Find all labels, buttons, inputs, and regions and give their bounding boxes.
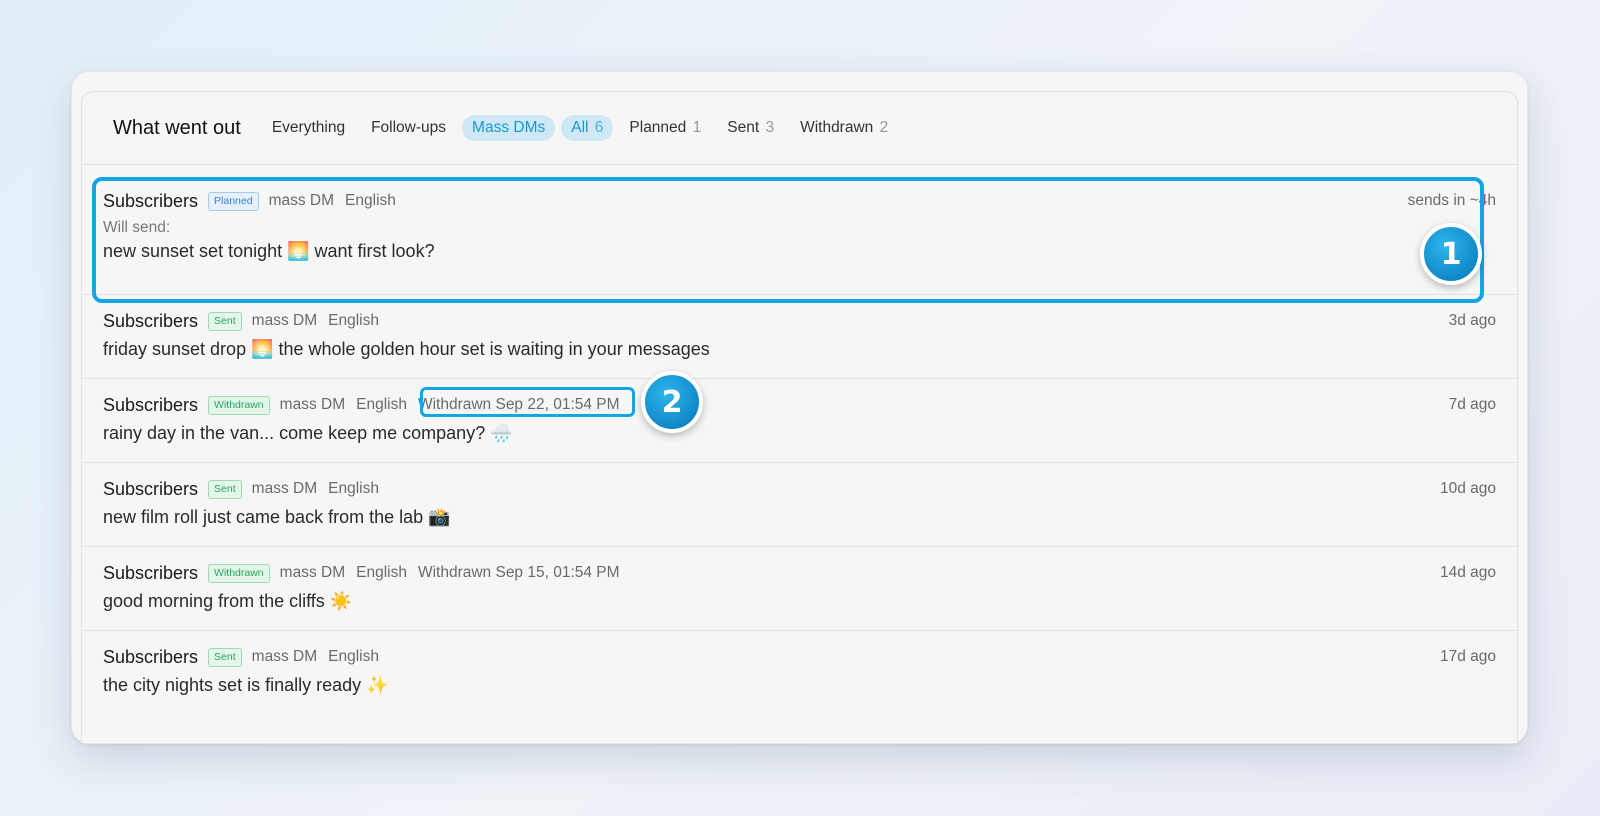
message-preview: rainy day in the van... come keep me com… [103, 422, 513, 443]
filter-all[interactable]: All 6 [561, 115, 614, 141]
audience-name: Subscribers [103, 394, 199, 415]
withdrawn-timestamp: Withdrawn Sep 15, 01:54 PM [417, 564, 620, 581]
message-type: mass DM [251, 480, 318, 497]
list-item[interactable]: Subscribers Withdrawn mass DM English Wi… [82, 547, 1517, 631]
list-item[interactable]: Subscribers Sent mass DM English 10d ago… [82, 463, 1517, 547]
marker-2-badge: 2 [641, 371, 703, 433]
status-badge: Withdrawn [208, 563, 270, 583]
status-badge: Sent [208, 311, 242, 331]
filter-count: 3 [765, 119, 775, 136]
message-language: English [356, 564, 407, 581]
status-badge: Sent [208, 479, 242, 499]
message-language: English [328, 648, 379, 665]
filter-count: 1 [692, 119, 702, 136]
tab-follow-ups[interactable]: Follow-ups [361, 115, 456, 141]
message-language: English [328, 312, 379, 329]
filter-count: 2 [879, 119, 889, 136]
message-language: English [356, 396, 407, 413]
audience-name: Subscribers [103, 562, 199, 583]
app-window: What went out Everything Follow-ups Mass… [71, 71, 1528, 744]
tab-mass-dms[interactable]: Mass DMs [462, 115, 556, 141]
message-type: mass DM [279, 564, 346, 581]
timestamp: 14d ago [1439, 564, 1496, 581]
list-item[interactable]: Subscribers Withdrawn mass DM English Wi… [82, 379, 1517, 463]
list-item[interactable]: Subscribers Sent mass DM English 17d ago… [82, 631, 1517, 715]
message-type: mass DM [279, 396, 346, 413]
page-title: What went out [113, 116, 241, 139]
panel-header: What went out Everything Follow-ups Mass… [82, 92, 1517, 165]
tab-everything[interactable]: Everything [262, 115, 355, 141]
timestamp: 17d ago [1439, 648, 1496, 665]
audience-name: Subscribers [103, 478, 199, 499]
message-type: mass DM [251, 312, 318, 329]
timestamp: 10d ago [1439, 480, 1496, 497]
status-badge: Withdrawn [208, 395, 270, 415]
message-preview: friday sunset drop 🌅 the whole golden ho… [103, 338, 710, 359]
filter-planned[interactable]: Planned 1 [619, 115, 711, 141]
message-type: mass DM [251, 648, 318, 665]
message-preview: the city nights set is finally ready ✨ [103, 674, 389, 695]
timestamp: 7d ago [1448, 396, 1496, 413]
message-preview: new film roll just came back from the la… [103, 506, 451, 527]
timestamp: 3d ago [1448, 312, 1496, 329]
audience-name: Subscribers [103, 310, 199, 331]
filter-withdrawn[interactable]: Withdrawn 2 [790, 115, 898, 141]
status-badge: Sent [208, 647, 242, 667]
highlight-planned-row [92, 177, 1484, 303]
list-item[interactable]: Subscribers Sent mass DM English 3d ago … [82, 295, 1517, 379]
message-preview: good morning from the cliffs ☀️ [103, 590, 353, 611]
highlight-withdrawn-timestamp [420, 387, 635, 417]
filter-count: 6 [594, 119, 604, 136]
filter-sent[interactable]: Sent 3 [717, 115, 784, 141]
audience-name: Subscribers [103, 646, 199, 667]
message-language: English [328, 480, 379, 497]
marker-1-badge: 1 [1420, 223, 1482, 285]
